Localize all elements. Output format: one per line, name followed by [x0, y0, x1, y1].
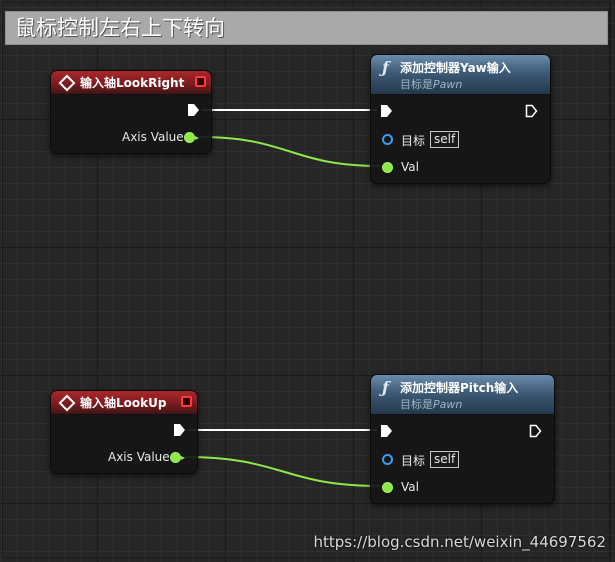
target-label: 目标 — [401, 454, 426, 468]
node-header: 输入轴LookUp — [51, 391, 197, 415]
node-subtitle: 目标是Pawn — [400, 398, 463, 411]
event-diamond-icon — [58, 74, 76, 92]
axis-value-pin[interactable] — [170, 452, 185, 463]
exec-in-pin[interactable] — [380, 424, 393, 438]
node-title: 输入轴LookUp — [80, 396, 167, 410]
event-diamond-icon — [58, 394, 76, 412]
node-subtitle: 目标是Pawn — [400, 78, 463, 91]
exec-out-pin[interactable] — [173, 423, 186, 437]
exec-out-pin[interactable] — [529, 424, 542, 438]
function-f-icon: ƒ — [382, 58, 389, 77]
val-pin[interactable] — [382, 482, 393, 493]
axis-value-pin[interactable] — [184, 132, 199, 143]
target-self-field[interactable]: self — [430, 451, 460, 468]
delegate-pin-icon[interactable] — [181, 396, 192, 407]
input-axis-lookright-node[interactable]: 输入轴LookRight Axis Value — [50, 70, 212, 154]
node-title: 输入轴LookRight — [80, 76, 185, 90]
axis-value-label: Axis Value — [108, 450, 170, 464]
val-pin[interactable] — [382, 162, 393, 173]
val-label: Val — [401, 160, 419, 174]
exec-out-pin[interactable] — [525, 104, 538, 118]
node-title: 添加控制器Yaw输入 — [400, 61, 511, 75]
add-controller-pitch-node[interactable]: ƒ 添加控制器Pitch输入 目标是Pawn 目标 self Val — [370, 374, 555, 504]
node-header: ƒ 添加控制器Yaw输入 目标是Pawn — [371, 55, 550, 95]
watermark-text: https://blog.csdn.net/weixin_44697562 — [313, 533, 606, 551]
node-header: 输入轴LookRight — [51, 71, 211, 95]
target-pin[interactable] — [382, 134, 393, 145]
target-self-field[interactable]: self — [430, 131, 460, 148]
delegate-pin-icon[interactable] — [195, 76, 206, 87]
val-label: Val — [401, 480, 419, 494]
exec-out-pin[interactable] — [187, 103, 200, 117]
axis-value-label: Axis Value — [122, 130, 184, 144]
target-pin[interactable] — [382, 454, 393, 465]
function-f-icon: ƒ — [382, 378, 389, 397]
target-label: 目标 — [401, 134, 426, 148]
exec-in-pin[interactable] — [380, 104, 393, 118]
comment-title[interactable]: 鼠标控制左右上下转向 — [5, 11, 608, 45]
node-title: 添加控制器Pitch输入 — [400, 381, 519, 395]
node-header: ƒ 添加控制器Pitch输入 目标是Pawn — [371, 375, 554, 415]
add-controller-yaw-node[interactable]: ƒ 添加控制器Yaw输入 目标是Pawn 目标 self Val — [370, 54, 551, 184]
input-axis-lookup-node[interactable]: 输入轴LookUp Axis Value — [50, 390, 198, 474]
